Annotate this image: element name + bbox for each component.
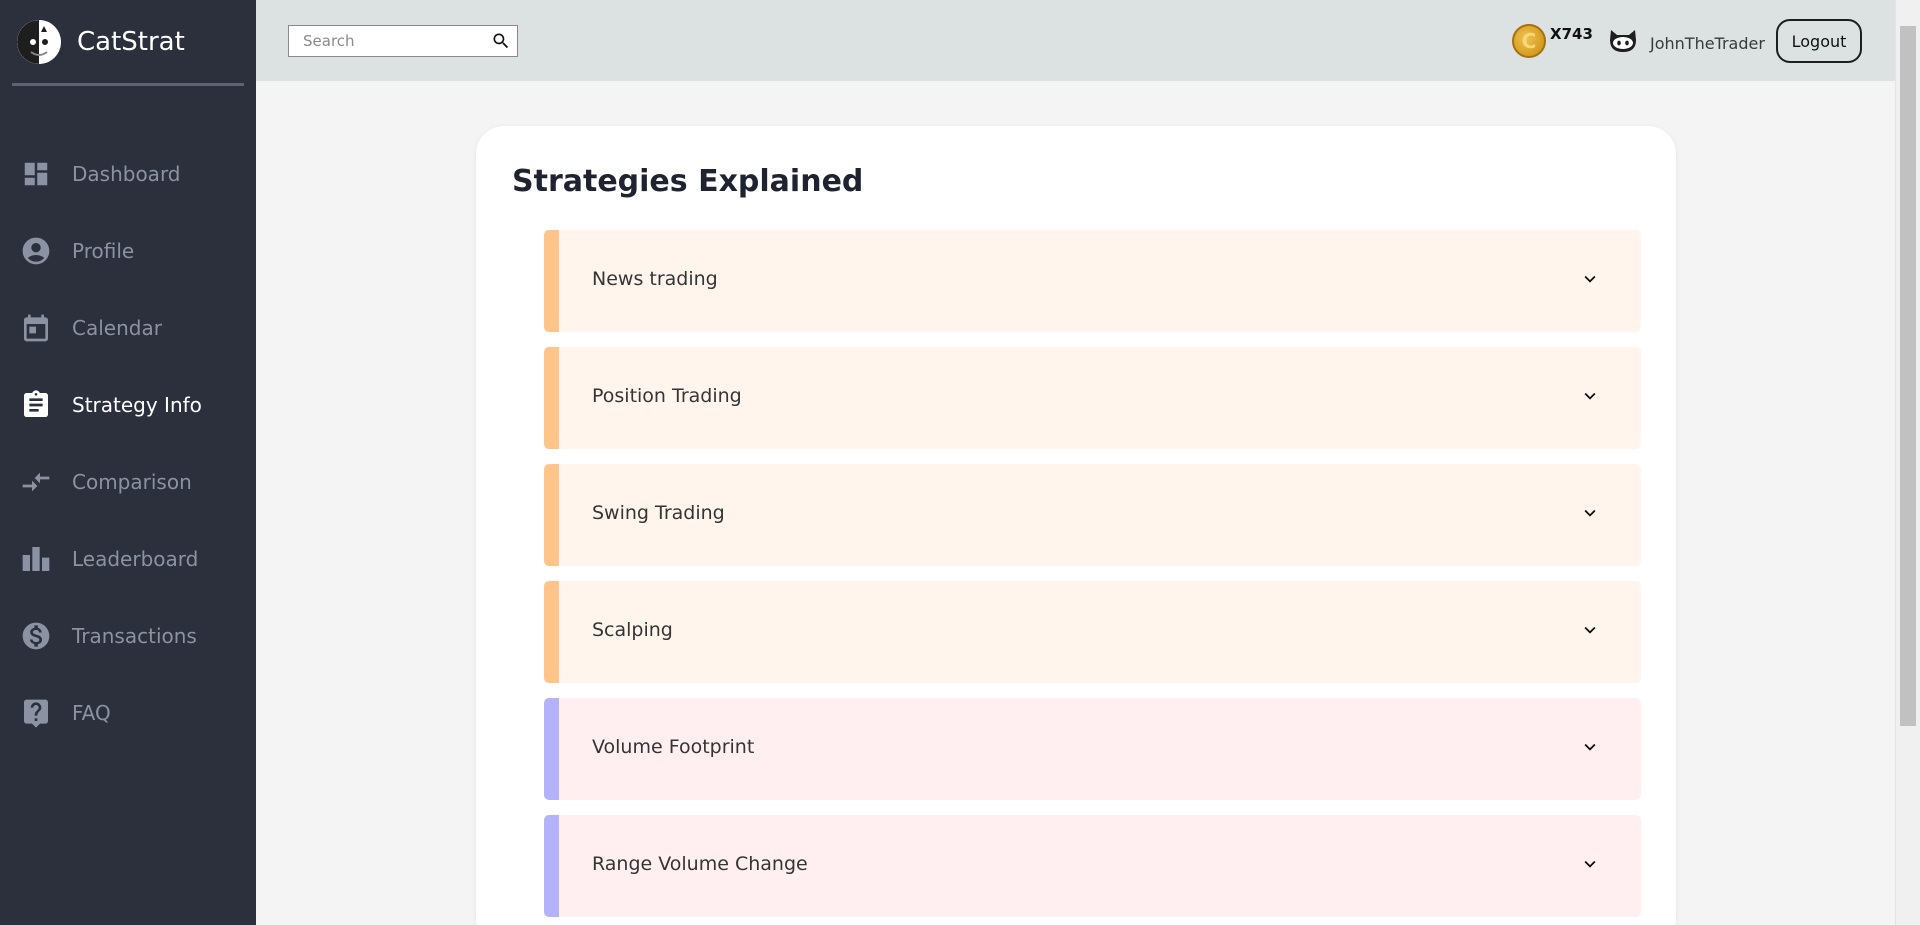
brand[interactable]: CatStrat xyxy=(12,0,244,86)
accordion-item-news-trading[interactable]: News trading xyxy=(544,230,1641,332)
accordion-label: Swing Trading xyxy=(592,502,725,524)
dashboard-icon xyxy=(20,158,52,190)
accent-bar xyxy=(544,698,559,800)
sidebar-item-profile[interactable]: Profile xyxy=(0,212,256,289)
top-bar: C X743 JohnTheTrader Logout xyxy=(256,0,1895,81)
leaderboard-icon xyxy=(20,543,52,575)
accordion-label: Volume Footprint xyxy=(592,736,755,758)
sidebar-item-label: Calendar xyxy=(72,315,162,340)
catstrat-logo-icon xyxy=(17,19,61,64)
dollar-circle-icon xyxy=(20,620,52,652)
accordion-item-position-trading[interactable]: Position Trading xyxy=(544,347,1641,449)
search-box xyxy=(288,25,518,57)
sidebar-item-dashboard[interactable]: Dashboard xyxy=(0,135,256,212)
accent-bar xyxy=(544,347,559,449)
accent-bar xyxy=(544,464,559,566)
sidebar-item-label: Profile xyxy=(72,238,135,263)
sidebar-item-label: Dashboard xyxy=(72,161,181,186)
sidebar-item-calendar[interactable]: Calendar xyxy=(0,289,256,366)
account-circle-icon xyxy=(20,235,52,267)
sidebar-item-label: Strategy Info xyxy=(72,392,202,417)
compare-arrows-icon xyxy=(20,466,52,498)
accordion-label: News trading xyxy=(592,268,718,290)
sidebar-item-transactions[interactable]: Transactions xyxy=(0,597,256,674)
sidebar-item-faq[interactable]: FAQ xyxy=(0,674,256,751)
strategy-accordion: News trading Position Trading Swing Trad… xyxy=(544,230,1641,925)
sidebar-item-label: FAQ xyxy=(72,700,111,725)
page-title: Strategies Explained xyxy=(512,164,864,199)
strategies-card: Strategies Explained News trading Positi… xyxy=(476,126,1676,925)
accent-bar xyxy=(544,815,559,917)
calendar-icon xyxy=(20,312,52,344)
accordion-item-scalping[interactable]: Scalping xyxy=(544,581,1641,683)
logout-button[interactable]: Logout xyxy=(1776,19,1862,63)
chevron-down-icon[interactable] xyxy=(1579,853,1601,879)
coin-count: X743 xyxy=(1550,25,1593,43)
sidebar: CatStrat Dashboard Profile Calendar Stra… xyxy=(0,0,256,925)
sidebar-item-comparison[interactable]: Comparison xyxy=(0,443,256,520)
chevron-down-icon[interactable] xyxy=(1579,385,1601,411)
coin-icon: C xyxy=(1512,24,1546,58)
sidebar-item-label: Transactions xyxy=(72,623,197,648)
accordion-label: Scalping xyxy=(592,619,673,641)
accordion-item-swing-trading[interactable]: Swing Trading xyxy=(544,464,1641,566)
chevron-down-icon[interactable] xyxy=(1579,736,1601,762)
username: JohnTheTrader xyxy=(1650,33,1765,53)
chevron-down-icon[interactable] xyxy=(1579,502,1601,528)
user-info[interactable]: JohnTheTrader xyxy=(1608,28,1765,58)
search-icon[interactable] xyxy=(491,31,511,55)
scrollbar-thumb[interactable] xyxy=(1900,26,1916,726)
question-icon xyxy=(20,697,52,729)
coin-balance: C X743 xyxy=(1512,24,1593,58)
search-input[interactable] xyxy=(289,27,479,55)
sidebar-item-label: Comparison xyxy=(72,469,192,494)
accent-bar xyxy=(544,230,559,332)
sidebar-item-strategy-info[interactable]: Strategy Info xyxy=(0,366,256,443)
accent-bar xyxy=(544,581,559,683)
accordion-label: Position Trading xyxy=(592,385,742,407)
chevron-down-icon[interactable] xyxy=(1579,619,1601,645)
accordion-item-volume-footprint[interactable]: Volume Footprint xyxy=(544,698,1641,800)
clipboard-icon xyxy=(20,389,52,421)
accordion-label: Range Volume Change xyxy=(592,853,808,875)
github-cat-icon xyxy=(1608,28,1638,58)
chevron-down-icon[interactable] xyxy=(1579,268,1601,294)
accordion-item-range-volume-change[interactable]: Range Volume Change xyxy=(544,815,1641,917)
sidebar-item-label: Leaderboard xyxy=(72,546,199,571)
brand-name: CatStrat xyxy=(77,26,185,57)
sidebar-nav: Dashboard Profile Calendar Strategy Info… xyxy=(0,135,256,751)
sidebar-item-leaderboard[interactable]: Leaderboard xyxy=(0,520,256,597)
page-scrollbar[interactable] xyxy=(1895,0,1920,925)
